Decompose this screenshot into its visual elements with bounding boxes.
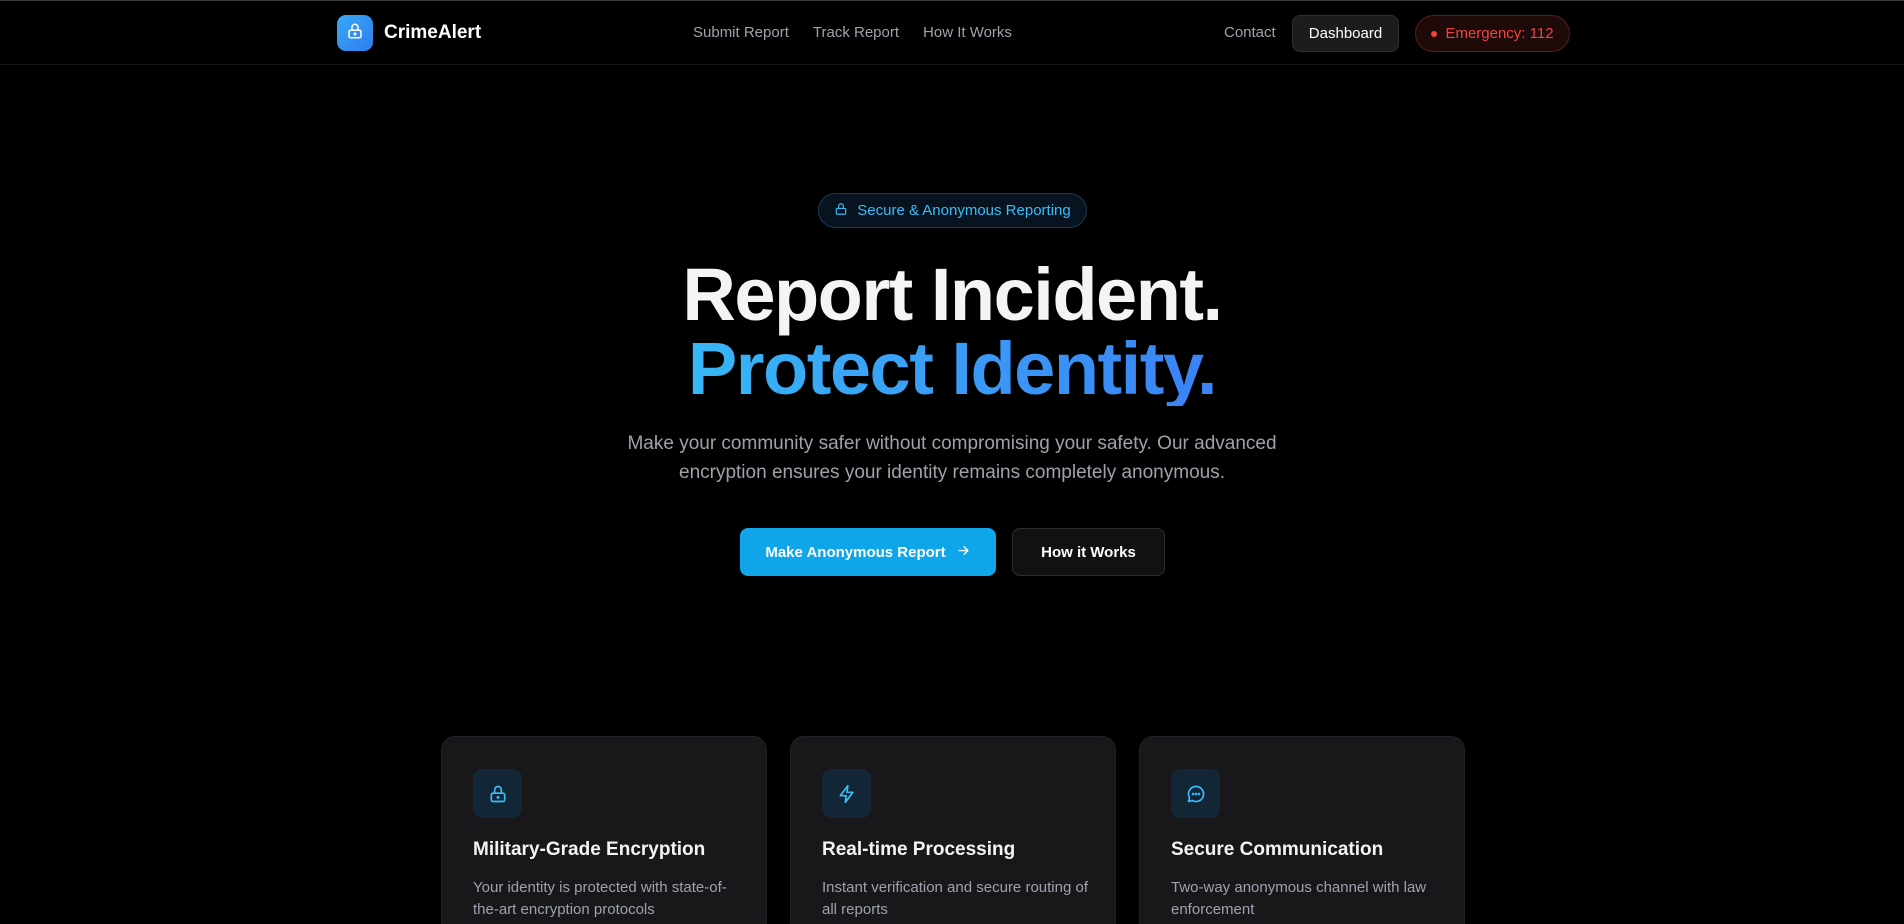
make-report-button[interactable]: Make Anonymous Report: [740, 528, 996, 576]
feature-card: Military-Grade Encryption Your identity …: [441, 736, 767, 924]
feature-description: Your identity is protected with state-of…: [473, 879, 727, 918]
nav-how-it-works[interactable]: How It Works: [923, 24, 1012, 41]
nav-contact[interactable]: Contact: [1224, 24, 1276, 41]
how-it-works-button[interactable]: How it Works: [1012, 528, 1165, 576]
feature-description: Two-way anonymous channel with law enfor…: [1171, 879, 1427, 918]
lock-icon: [346, 22, 364, 45]
hero-subtitle: Make your community safer without compro…: [627, 433, 1277, 483]
hero-title-line2: Protect Identity.: [687, 327, 1218, 410]
lightning-icon: [822, 769, 871, 818]
nav-submit-report[interactable]: Submit Report: [693, 24, 789, 41]
feature-title: Real-time Processing: [822, 839, 1016, 860]
feature-description: Instant verification and secure routing …: [822, 879, 1088, 918]
feature-card: Secure Communication Two-way anonymous c…: [1139, 736, 1465, 924]
brand-name[interactable]: CrimeAlert: [384, 22, 481, 44]
page: CrimeAlert Submit Report Track Report Ho…: [0, 0, 1904, 924]
lock-icon: [473, 769, 522, 818]
status-dot-icon: [1431, 30, 1438, 37]
feature-card: Real-time Processing Instant verificatio…: [790, 736, 1116, 924]
logo[interactable]: [337, 15, 373, 51]
navbar: CrimeAlert Submit Report Track Report Ho…: [0, 1, 1904, 65]
feature-title: Military-Grade Encryption: [473, 839, 706, 860]
nav-track-report[interactable]: Track Report: [813, 24, 899, 41]
hero-title: Report Incident. Protect Identity.: [0, 258, 1904, 406]
lock-icon: [834, 202, 848, 220]
badge-label: Secure & Anonymous Reporting: [857, 202, 1071, 219]
feature-title: Secure Communication: [1171, 839, 1384, 860]
main-nav: Submit Report Track Report How It Works: [693, 24, 1012, 41]
emergency-button[interactable]: Emergency: 112: [1415, 15, 1570, 52]
arrow-right-icon: [956, 543, 971, 562]
emergency-label: Emergency: 112: [1445, 25, 1554, 42]
chat-bubble-icon: [1171, 769, 1220, 818]
make-report-label: Make Anonymous Report: [765, 543, 946, 561]
dashboard-button[interactable]: Dashboard: [1292, 15, 1399, 52]
hero-title-line1: Report Incident.: [682, 253, 1223, 336]
security-badge: Secure & Anonymous Reporting: [818, 193, 1087, 228]
